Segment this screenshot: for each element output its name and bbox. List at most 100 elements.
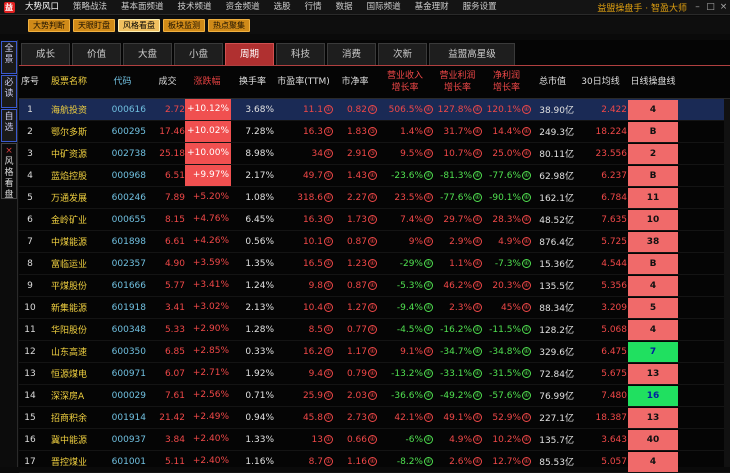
sector-monitor-button[interactable]: 板块监测 <box>163 18 205 32</box>
tab-large-cap[interactable]: 大盘 <box>123 43 172 65</box>
op-line-badge[interactable]: 13 <box>628 407 678 428</box>
menu-item-international[interactable]: 国际频道 <box>360 0 408 15</box>
op-line-badge[interactable]: 40 <box>628 429 678 450</box>
table-row[interactable]: 17 晋控煤业 601001 5.11 +2.40% 1.16% 8.7 ① 1.16 ④ -8.2… <box>19 451 730 473</box>
net-profit-growth: -11.5% ④ <box>482 324 531 335</box>
side-tab-style-view[interactable]: × 风格看盘 <box>1 143 17 200</box>
side-tab-panorama[interactable]: 全景 <box>1 41 17 74</box>
menu-item-capital[interactable]: 资金频道 <box>219 0 267 15</box>
op-line-badge[interactable]: 10 <box>628 209 678 230</box>
menu-item-strategy[interactable]: 策略战法 <box>66 0 114 15</box>
side-tab-watchlist[interactable]: 自选 <box>1 109 17 142</box>
op-line-cell: 7 <box>627 341 679 362</box>
tab-value[interactable]: 价值 <box>72 43 121 65</box>
tab-consumer[interactable]: 消费 <box>327 43 376 65</box>
style-view-button[interactable]: 风格看盘 <box>118 18 160 32</box>
app-logo-icon[interactable]: 益 <box>0 0 18 15</box>
vertical-scrollbar[interactable] <box>724 99 730 467</box>
stock-pb-value: 0.87 <box>346 236 367 247</box>
op-line-badge[interactable]: 11 <box>628 187 678 208</box>
table-row[interactable]: 5 万通发展 600246 7.89 +5.20% 1.08% 318.6 ④ 2.27 ④ 23.… <box>19 187 730 209</box>
col-op-profit-growth[interactable]: 营业利润 增长率 <box>433 70 482 94</box>
menu-item-stock-select[interactable]: 选股 <box>267 0 298 15</box>
col-turnover[interactable]: 换手率 <box>231 76 274 88</box>
menu-item-technical[interactable]: 技术频道 <box>171 0 219 15</box>
col-op-line[interactable]: 日线操盘线 <box>627 76 679 88</box>
table-row[interactable]: 13 恒源煤电 600971 6.07 +2.71% 1.92% 9.4 ① 0.79 ④ -13.… <box>19 363 730 385</box>
col-net-profit-growth[interactable]: 净利润 增长率 <box>482 70 531 94</box>
menu-bar: 益 大势风口 策略战法 基本面频道 技术频道 资金频道 选股 行情 数据 国际频… <box>0 0 730 15</box>
menu-item-quotes[interactable]: 行情 <box>298 0 329 15</box>
col-idx[interactable]: 序号 <box>19 76 41 88</box>
table-row[interactable]: 3 中矿资源 002738 25.18 +10.00% 8.98% 34 ① 2.91 ③ 9.5%… <box>19 143 730 165</box>
side-tab-must-read[interactable]: 必读 <box>1 75 17 108</box>
maximize-button[interactable]: □ <box>704 0 717 15</box>
ma30-value: 2.422 <box>601 104 627 115</box>
op-line-badge[interactable]: 4 <box>628 275 678 296</box>
revenue-growth-value: -8.2% <box>396 456 423 467</box>
col-name[interactable]: 股票名称 <box>41 76 99 88</box>
table-row[interactable]: 9 平煤股份 601666 5.77 +3.41% 1.24% 9.8 ① 0.87 ④ -5.3%… <box>19 275 730 297</box>
table-row[interactable]: 8 富临运业 002357 4.90 +3.59% 1.35% 16.5 ① 1.23 ④ -29%… <box>19 253 730 275</box>
col-pb[interactable]: 市净率 <box>333 76 377 88</box>
op-line-badge[interactable]: 5 <box>628 297 678 318</box>
rating-icon: ④ <box>368 170 377 180</box>
op-line-badge[interactable]: 4 <box>628 451 678 472</box>
table-row[interactable]: 16 冀中能源 000937 3.84 +2.40% 1.33% 13 ① 0.66 ④ -6% ④ 4… <box>19 429 730 451</box>
stock-change: +2.85% <box>192 346 229 356</box>
rating-icon: ① <box>324 258 333 268</box>
tab-high-star[interactable]: 益盟高星级 <box>429 43 515 65</box>
col-price[interactable]: 成交 <box>150 76 185 88</box>
hotspot-button[interactable]: 热点聚集 <box>208 18 250 32</box>
tab-growth[interactable]: 成长 <box>21 43 70 65</box>
table-row[interactable]: 1 海航投资 000616 2.72 +10.12% 3.68% 11.1 ① 0.82 ④ 506… <box>19 99 730 121</box>
close-button[interactable]: × <box>717 0 730 15</box>
menu-item-fundamental[interactable]: 基本面频道 <box>114 0 171 15</box>
op-profit-growth-value: -77.6% <box>440 192 472 203</box>
net-profit-growth-value: 14.4% <box>492 126 521 137</box>
op-line-badge[interactable]: 4 <box>628 319 678 340</box>
table-row[interactable]: 11 华阳股份 600348 5.33 +2.90% 1.28% 8.5 ① 0.77 ④ -4.5… <box>19 319 730 341</box>
op-line-badge[interactable]: B <box>628 121 678 142</box>
trend-judge-button[interactable]: 大势判断 <box>28 18 70 32</box>
table-row[interactable]: 12 山东高速 600350 6.85 +2.85% 0.33% 16.2 ④ 1.17 ④ 9.1… <box>19 341 730 363</box>
stock-code: 002738 <box>111 148 146 159</box>
col-change[interactable]: 涨跌幅 <box>185 72 231 93</box>
table-row[interactable]: 2 鄂尔多斯 600295 17.46 +10.02% 7.28% 16.3 ① 1.83 ③ 1.… <box>19 121 730 143</box>
col-market-cap[interactable]: 总市值 <box>531 76 574 88</box>
menu-item-data[interactable]: 数据 <box>329 0 360 15</box>
op-line-badge[interactable]: 2 <box>628 143 678 164</box>
op-line-badge[interactable]: 13 <box>628 363 678 384</box>
sky-eye-button[interactable]: 天眼盯盘 <box>73 18 115 32</box>
col-ma30[interactable]: 30日均线 <box>574 76 627 88</box>
table-row[interactable]: 10 新集能源 601918 3.41 +3.02% 2.13% 10.4 ① 1.27 ④ -9.… <box>19 297 730 319</box>
stock-name: 富临运业 <box>51 260 88 270</box>
net-profit-growth: -34.8% ④ <box>482 346 531 357</box>
table-row[interactable]: 4 蓝焰控股 000968 6.51 +9.97% 2.17% 49.7 ① 1.43 ④ -23.… <box>19 165 730 187</box>
menu-item-market[interactable]: 大势风口 <box>18 0 66 15</box>
op-line-badge[interactable]: 16 <box>628 385 678 406</box>
col-code[interactable]: 代码 <box>99 76 150 88</box>
op-line-badge[interactable]: 38 <box>628 231 678 252</box>
close-icon[interactable]: × <box>2 146 16 157</box>
table-row[interactable]: 7 中煤能源 601898 6.61 +4.26% 0.56% 10.1 ① 0.87 ④ 9% ④ 2… <box>19 231 730 253</box>
minimize-button[interactable]: – <box>691 0 704 15</box>
table-row[interactable]: 14 深深房A 000029 7.61 +2.56% 0.71% 25.9 ① 2.03 ④ -36… <box>19 385 730 407</box>
op-line-badge[interactable]: B <box>628 165 678 186</box>
col-pe[interactable]: 市盈率(TTM) <box>274 76 333 88</box>
menu-item-settings[interactable]: 服务设置 <box>456 0 504 15</box>
tab-small-cap[interactable]: 小盘 <box>174 43 223 65</box>
stock-pb: 1.43 ④ <box>333 170 377 181</box>
col-revenue-growth[interactable]: 营业收入 增长率 <box>377 70 433 94</box>
tab-new-ipo[interactable]: 次新 <box>378 43 427 65</box>
stock-pe: 34 ① <box>274 148 333 159</box>
menu-item-funds[interactable]: 基金理财 <box>408 0 456 15</box>
op-line-badge[interactable]: 7 <box>628 341 678 362</box>
op-line-badge[interactable]: 4 <box>628 99 678 120</box>
market-cap: 876.4亿 <box>539 238 574 248</box>
tab-tech[interactable]: 科技 <box>276 43 325 65</box>
table-row[interactable]: 6 金岭矿业 000655 8.15 +4.76% 6.45% 16.3 ① 1.73 ④ 7.4%… <box>19 209 730 231</box>
table-row[interactable]: 15 招商积余 001914 21.42 +2.49% 0.94% 45.8 ① 2.73 ④ 42… <box>19 407 730 429</box>
tab-cyclical[interactable]: 周期 <box>225 43 274 65</box>
op-line-badge[interactable]: B <box>628 253 678 274</box>
